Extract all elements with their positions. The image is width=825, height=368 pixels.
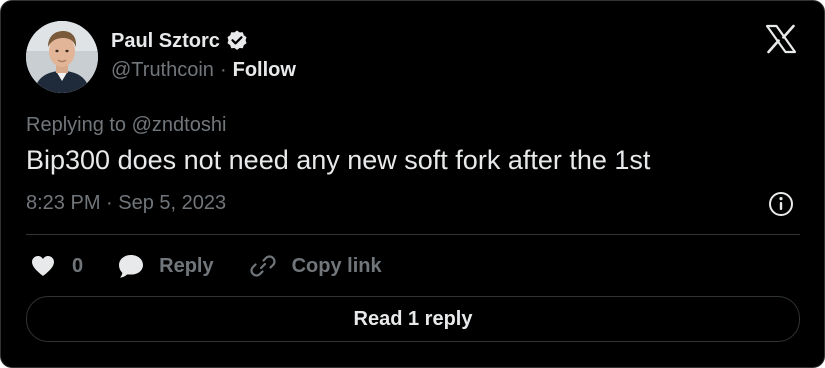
tweet-embed-card: Paul Sztorc @Truthcoin · Follow Replying t… (0, 0, 825, 368)
verified-badge-icon (225, 29, 249, 53)
read-replies-button[interactable]: Read 1 reply (26, 296, 800, 342)
link-icon (249, 255, 276, 277)
author-handle-row: @Truthcoin · Follow (111, 58, 296, 82)
author-name[interactable]: Paul Sztorc (111, 29, 249, 53)
action-bar: 0 Reply Copy link (30, 252, 382, 280)
author-handle[interactable]: @Truthcoin (111, 59, 214, 81)
avatar-photo (26, 21, 98, 93)
like-count: 0 (72, 254, 84, 277)
replying-to-handle[interactable]: @zndtoshi (132, 114, 227, 136)
author-name-text: Paul Sztorc (111, 30, 220, 52)
replying-to-prefix: Replying to (26, 114, 132, 136)
divider (26, 234, 800, 235)
reply-bubble-icon (119, 255, 144, 278)
tweet-timestamp[interactable]: 8:23 PM · Sep 5, 2023 (26, 191, 226, 215)
replying-to-line: Replying to @zndtoshi (26, 113, 226, 137)
info-icon[interactable] (767, 190, 795, 218)
avatar[interactable] (26, 21, 98, 93)
read-replies-label: Read 1 reply (353, 307, 473, 330)
tweet-text: Bip300 does not need any new soft fork a… (26, 145, 651, 175)
handle-separator: · (219, 59, 227, 81)
copy-link-button[interactable]: Copy link (249, 253, 382, 279)
copy-link-label: Copy link (291, 254, 382, 277)
heart-icon (32, 256, 54, 276)
follow-link[interactable]: Follow (233, 59, 296, 81)
reply-label: Reply (159, 254, 214, 277)
x-logo-icon[interactable] (765, 23, 797, 55)
reply-button[interactable]: Reply (117, 253, 214, 279)
like-button[interactable]: 0 (30, 254, 83, 278)
